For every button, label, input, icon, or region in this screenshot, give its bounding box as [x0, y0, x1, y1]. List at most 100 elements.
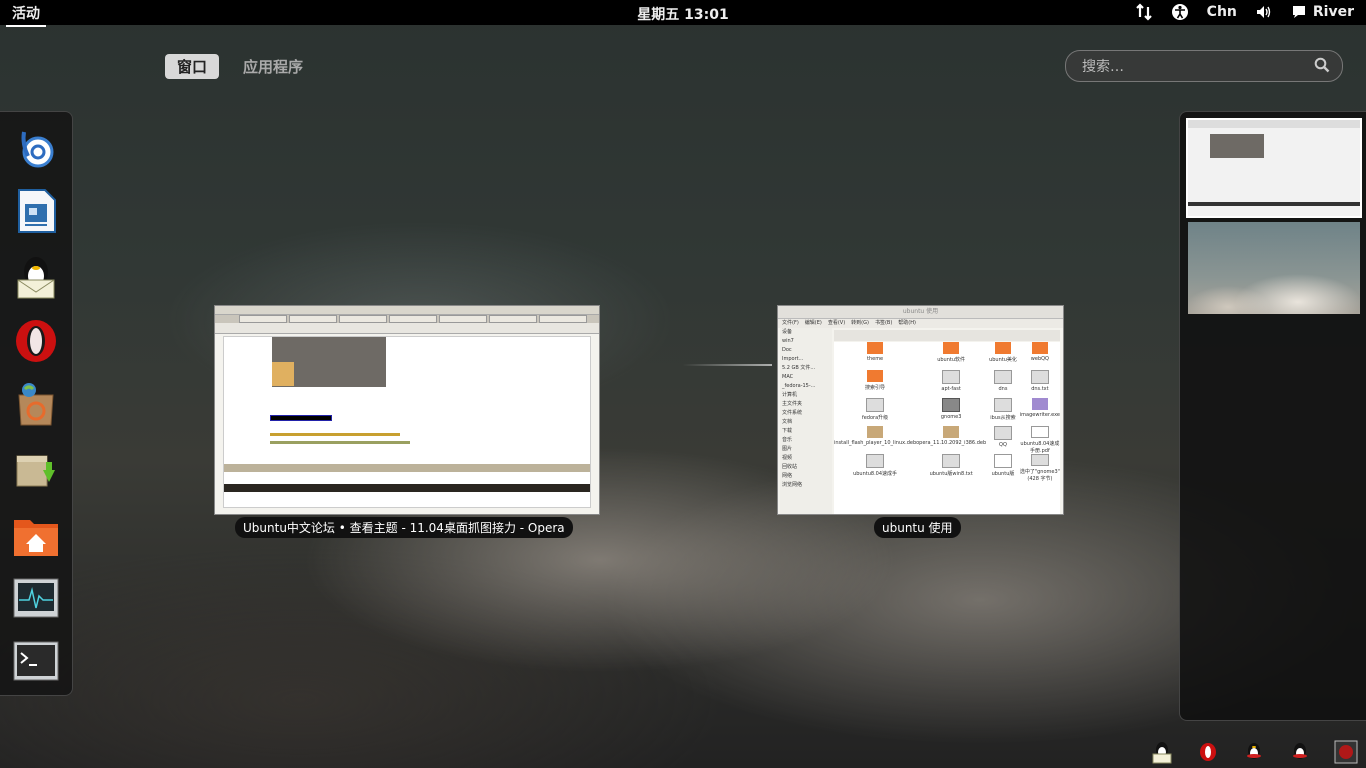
- file-item[interactable]: QQ: [986, 426, 1020, 454]
- nautilus-menubar: 文件(F) 编辑(E) 查看(V) 转到(G) 书签(B) 帮助(H): [778, 319, 1063, 328]
- text-file-icon: [1030, 370, 1049, 384]
- opera-page: [223, 336, 591, 508]
- workspace-2[interactable]: [1188, 222, 1360, 314]
- search-input[interactable]: [1080, 56, 1304, 78]
- file-label: ubuntu美化: [989, 357, 1017, 363]
- exe-file-icon: [1031, 398, 1048, 410]
- menu-help[interactable]: 帮助(H): [898, 319, 916, 328]
- window-thumbnail-opera[interactable]: [214, 305, 600, 515]
- window-thumbnail-nautilus[interactable]: ubuntu 使用 文件(F) 编辑(E) 查看(V) 转到(G) 书签(B) …: [777, 305, 1064, 515]
- file-item[interactable]: gnome3: [916, 398, 986, 426]
- sidebar-item[interactable]: 下载: [782, 427, 832, 436]
- sidebar-item[interactable]: 视频: [782, 454, 832, 463]
- file-label: install_flash_player_10_linux.deb: [834, 440, 917, 446]
- deb-package-icon: [867, 426, 884, 438]
- file-item[interactable]: theme: [834, 342, 916, 370]
- file-item[interactable]: ubuntu8.04速成手册.pdf: [1020, 426, 1060, 454]
- clock-label[interactable]: 星期五 13:01: [637, 7, 728, 23]
- folder-icon: [994, 342, 1011, 354]
- file-item[interactable]: apt-fast: [916, 370, 986, 398]
- sidebar-item[interactable]: 文件系统: [782, 409, 832, 418]
- sidebar-item[interactable]: win7: [782, 337, 832, 346]
- input-method-indicator[interactable]: Chn: [1207, 4, 1237, 20]
- sidebar-item[interactable]: Import...: [782, 355, 832, 364]
- folder-icon: [867, 342, 884, 354]
- file-item[interactable]: ubuntu美化: [986, 342, 1020, 370]
- recorder-icon[interactable]: [1334, 740, 1358, 764]
- sidebar-item[interactable]: 文档: [782, 418, 832, 427]
- message-tray: [1150, 740, 1358, 764]
- file-label: 搜索引导: [865, 385, 886, 391]
- text-file-icon: [942, 454, 961, 468]
- window-caption-nautilus[interactable]: ubuntu 使用: [874, 517, 961, 538]
- dash: [0, 111, 73, 696]
- sidebar-item[interactable]: 音乐: [782, 436, 832, 445]
- qq-mail-icon[interactable]: [1150, 740, 1174, 764]
- page-bar: [224, 484, 590, 492]
- home-folder-icon[interactable]: [12, 512, 60, 560]
- file-item[interactable]: ubuntu8.04速成手: [834, 454, 916, 482]
- file-item[interactable]: dns: [986, 370, 1020, 398]
- file-item[interactable]: ubuntu版: [986, 454, 1020, 482]
- sidebar-item[interactable]: 图片: [782, 445, 832, 454]
- software-center-icon[interactable]: [12, 380, 60, 428]
- opera-icon[interactable]: [1196, 740, 1220, 764]
- user-menu[interactable]: River: [1291, 4, 1354, 20]
- text-file-icon: [942, 370, 961, 384]
- text-file-icon: [942, 398, 961, 412]
- file-item[interactable]: ubuntu版win8.txt: [916, 454, 986, 482]
- menu-file[interactable]: 文件(F): [782, 319, 799, 328]
- file-item[interactable]: install_flash_player_10_linux.deb: [834, 426, 916, 454]
- activities-button[interactable]: 活动: [6, 1, 46, 27]
- writer-icon[interactable]: [12, 187, 60, 235]
- accessibility-icon[interactable]: [1171, 3, 1189, 21]
- menu-edit[interactable]: 编辑(E): [805, 319, 822, 328]
- sidebar-item[interactable]: MAC: [782, 373, 832, 382]
- tab-windows[interactable]: 窗口: [165, 54, 220, 79]
- sidebar-item[interactable]: _fedora-15-...: [782, 382, 832, 391]
- file-label: fedora升级: [861, 415, 889, 421]
- file-item[interactable]: dns.txt: [1020, 370, 1060, 398]
- sidebar-item[interactable]: 回收站: [782, 463, 832, 472]
- sidebar-item: 计算机: [782, 392, 798, 398]
- user-name: River: [1312, 4, 1354, 20]
- file-item[interactable]: fedora升级: [834, 398, 916, 426]
- text-file-icon: [866, 398, 885, 412]
- qq-icon[interactable]: [1242, 740, 1266, 764]
- window-caption-opera[interactable]: Ubuntu中文论坛 • 查看主题 - 11.04桌面抓图接力 - Opera: [235, 517, 573, 538]
- qq-mail-icon[interactable]: [12, 252, 60, 300]
- sidebar-item[interactable]: Doc: [782, 346, 832, 355]
- sidebar-item[interactable]: 浏览网络: [782, 481, 832, 490]
- sidebar-item[interactable]: 5.2 GB 文件...: [782, 364, 832, 373]
- text-file-icon: [993, 426, 1012, 440]
- file-item[interactable]: ubuntu软件: [916, 342, 986, 370]
- network-icon[interactable]: [1135, 3, 1153, 21]
- sidebar-item[interactable]: 主文件夹: [782, 400, 832, 409]
- file-item[interactable]: webQQ: [1020, 342, 1060, 370]
- file-label: ubuntu8.04速成手: [853, 471, 898, 477]
- ws1-window-content: [1210, 134, 1264, 158]
- file-label: ubuntu软件: [937, 357, 966, 363]
- tab-applications[interactable]: 应用程序: [231, 54, 315, 79]
- system-monitor-icon[interactable]: [12, 574, 60, 622]
- text-file-icon: [1030, 454, 1049, 466]
- menu-view[interactable]: 查看(V): [828, 319, 845, 328]
- archive-install-icon[interactable]: [12, 445, 60, 493]
- file-item[interactable]: opera_11.10.2092_i386.deb: [916, 426, 986, 454]
- menu-go[interactable]: 转到(G): [851, 319, 869, 328]
- pdf-file-icon: [993, 454, 1012, 468]
- file-item[interactable]: imagewriter.exe: [1020, 398, 1060, 426]
- terminal-icon[interactable]: [12, 637, 60, 685]
- workspace-1[interactable]: [1186, 118, 1362, 218]
- file-item[interactable]: ibus从搜索: [986, 398, 1020, 426]
- menu-bookmarks[interactable]: 书签(B): [875, 319, 892, 328]
- file-item[interactable]: 搜索引导: [834, 370, 916, 398]
- folder-icon: [867, 370, 884, 382]
- banshee-icon[interactable]: [12, 124, 60, 172]
- opera-icon[interactable]: [12, 317, 60, 365]
- deb-package-icon: [943, 426, 960, 438]
- volume-icon[interactable]: [1255, 3, 1273, 21]
- page-link-2: [270, 441, 410, 444]
- file-label: QQ: [999, 442, 1007, 448]
- qq-icon-2[interactable]: [1288, 740, 1312, 764]
